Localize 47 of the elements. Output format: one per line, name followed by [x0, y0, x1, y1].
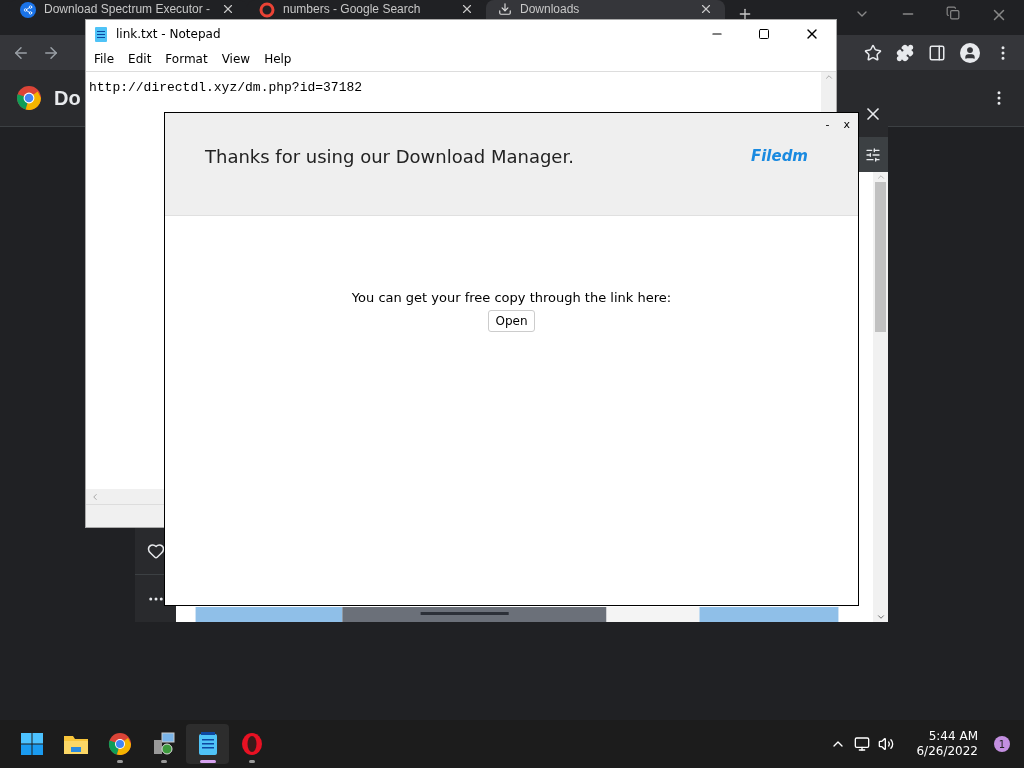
- notepad-icon[interactable]: [197, 732, 218, 756]
- computer-setup-icon[interactable]: [151, 732, 176, 756]
- side-panel-icon[interactable]: [928, 43, 946, 62]
- filter-icon[interactable]: [865, 146, 881, 163]
- restore-icon[interactable]: [946, 6, 960, 20]
- clock-date[interactable]: 6/26/2022: [916, 744, 978, 759]
- close-tab-icon[interactable]: [460, 2, 474, 16]
- share-icon: [20, 2, 36, 18]
- app-logo: Filedm: [750, 146, 808, 168]
- download-icon: [498, 2, 512, 16]
- menu-item[interactable]: View: [221, 50, 251, 68]
- menu-item[interactable]: Edit: [128, 50, 152, 68]
- tab-title: Downloads: [520, 2, 581, 17]
- folder-icon[interactable]: [62, 733, 89, 755]
- clock-time[interactable]: 5:44 AM: [928, 729, 978, 744]
- maximize-icon[interactable]: [758, 27, 770, 40]
- menu-item[interactable]: Format: [165, 50, 208, 68]
- opera-icon[interactable]: [239, 732, 264, 756]
- volume-icon[interactable]: [878, 736, 895, 752]
- tab-title: Download Spectrum Executor -: [44, 2, 212, 17]
- close-tab-icon[interactable]: [221, 2, 235, 16]
- new-tab-icon[interactable]: [737, 6, 753, 22]
- notepad-icon: [94, 25, 108, 42]
- chrome-logo-icon: [16, 85, 42, 111]
- scrollbar[interactable]: [873, 172, 888, 622]
- close-button[interactable]: x: [843, 115, 850, 135]
- extensions-icon[interactable]: [896, 43, 914, 62]
- windows-logo-icon[interactable]: [19, 732, 44, 756]
- network-icon[interactable]: [854, 736, 871, 752]
- tab-title: numbers - Google Search: [283, 2, 422, 17]
- notification-badge[interactable]: 1: [994, 736, 1010, 752]
- dialog-heading: Thanks for using our Download Manager.: [205, 145, 575, 169]
- browser-tab[interactable]: Downloads: [486, 0, 725, 19]
- heart-icon[interactable]: [146, 541, 165, 560]
- scroll-down-icon[interactable]: [875, 612, 886, 622]
- scroll-thumb[interactable]: [875, 182, 886, 332]
- bookmark-star-icon[interactable]: [864, 43, 882, 62]
- dialog-message: You can get your free copy through the link here:: [351, 289, 672, 307]
- profile-icon[interactable]: [960, 42, 980, 63]
- window-title: link.txt - Notepad: [116, 25, 221, 43]
- chrome-icon[interactable]: [107, 732, 132, 756]
- close-tab-icon[interactable]: [699, 2, 713, 16]
- menu-item[interactable]: Help: [264, 50, 292, 68]
- minimize-button[interactable]: -: [825, 115, 830, 135]
- menu-item[interactable]: File: [94, 50, 115, 68]
- open-button[interactable]: Open: [488, 309, 535, 332]
- page-title: Do: [54, 86, 81, 111]
